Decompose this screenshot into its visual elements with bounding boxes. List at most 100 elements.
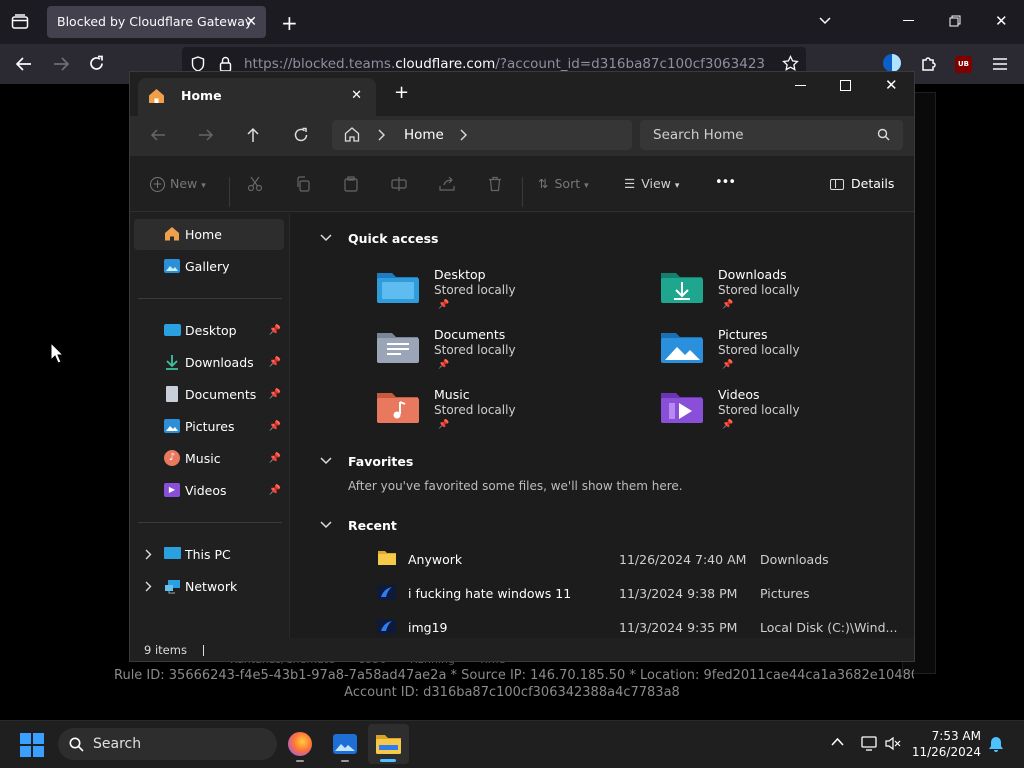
taskbar-time[interactable]: 7:53 AM — [910, 729, 981, 743]
bookmark-star-icon[interactable] — [782, 55, 799, 72]
pin-icon[interactable]: 📌 — [269, 315, 281, 346]
quick-access-item-pictures[interactable]: Pictures Stored locally 📌 — [660, 327, 890, 383]
browser-tab[interactable]: Blocked by Cloudflare Gateway ✕ — [47, 6, 266, 38]
see-more-button[interactable]: ••• — [715, 175, 736, 190]
sidebar-divider — [138, 298, 282, 299]
gallery-icon — [164, 259, 180, 273]
taskbar-date[interactable]: 11/26/2024 — [910, 745, 981, 759]
tab-list-icon[interactable] — [11, 14, 29, 30]
pin-icon[interactable]: 📌 — [269, 411, 281, 442]
quick-access-item-downloads[interactable]: Downloads Stored locally 📌 — [660, 267, 890, 323]
navigation-pane: Home Gallery Desktop 📌 Downloads 📌 Docum… — [130, 213, 290, 638]
recent-row[interactable]: i fucking hate windows 11 11/3/2024 9:38… — [376, 578, 896, 608]
new-tab-icon[interactable]: + — [281, 11, 298, 35]
url-rest: /?account_id=d316ba87c100cf306342388a4c7… — [495, 56, 764, 72]
quick-access-item-videos[interactable]: Videos Stored locally 📌 — [660, 387, 890, 443]
search-placeholder: Search Home — [653, 127, 744, 143]
copy-icon[interactable] — [295, 176, 311, 192]
network-icon — [164, 579, 181, 594]
menu-hamburger-icon[interactable] — [992, 57, 1008, 71]
taskbar-search-box[interactable]: Search — [58, 728, 277, 760]
recent-date: 11/3/2024 9:35 PM — [619, 620, 738, 635]
pin-icon[interactable]: 📌 — [269, 347, 281, 378]
expand-chevron-icon[interactable] — [145, 549, 152, 560]
search-icon[interactable] — [877, 128, 890, 141]
rename-icon[interactable] — [391, 176, 407, 192]
extension-icon[interactable] — [883, 54, 901, 72]
expand-chevron-icon[interactable] — [145, 581, 152, 592]
collapse-chevron-icon[interactable] — [320, 521, 332, 529]
back-arrow-icon[interactable] — [15, 56, 33, 72]
photos-app-icon[interactable] — [332, 733, 358, 755]
breadcrumb-home-label[interactable]: Home — [404, 120, 444, 150]
start-windows-icon[interactable] — [20, 733, 44, 757]
quick-access-item-documents[interactable]: Documents Stored locally 📌 — [376, 327, 606, 383]
tray-chevron-up-icon[interactable] — [831, 737, 844, 746]
downloads-icon — [164, 354, 180, 371]
pin-icon: 📌 — [722, 420, 734, 430]
paste-icon[interactable] — [343, 176, 359, 192]
quick-access-item-music[interactable]: Music Stored locally 📌 — [376, 387, 606, 443]
ublock-badge-icon[interactable]: UB — [955, 56, 972, 73]
explorer-tab-close-icon[interactable]: ✕ — [351, 78, 362, 114]
firefox-icon[interactable] — [288, 732, 312, 756]
sort-button[interactable]: ⇅ Sort ▾ — [538, 176, 589, 191]
tab-overflow-chevron-icon[interactable] — [818, 13, 832, 27]
sidebar-item-documents[interactable]: Documents 📌 — [134, 379, 284, 410]
breadcrumb-chevron-icon[interactable] — [459, 129, 467, 141]
explorer-up-icon[interactable] — [246, 127, 260, 143]
extensions-puzzle-icon[interactable] — [920, 55, 937, 72]
explorer-maximize-icon[interactable] — [840, 80, 851, 91]
details-button[interactable]: Details — [830, 176, 894, 191]
restore-icon[interactable] — [949, 15, 961, 27]
quick-access-status: Stored locally — [434, 343, 516, 357]
lock-icon[interactable] — [219, 56, 232, 72]
sidebar-item-this-pc[interactable]: This PC — [134, 539, 284, 570]
recent-row[interactable]: Anywork 11/26/2024 7:40 AM Downloads — [376, 544, 896, 574]
home-icon — [148, 88, 165, 104]
explorer-tab-home[interactable]: Home ✕ — [138, 78, 376, 116]
explorer-back-icon[interactable] — [150, 128, 166, 142]
cut-icon[interactable] — [247, 176, 263, 192]
explorer-new-tab-icon[interactable]: + — [394, 82, 409, 103]
sidebar-item-videos[interactable]: ▶ Videos 📌 — [134, 475, 284, 506]
sidebar-item-network[interactable]: Network — [134, 571, 284, 602]
explorer-minimize-icon[interactable] — [795, 85, 806, 86]
pin-icon[interactable]: 📌 — [269, 379, 281, 410]
close-window-icon[interactable]: ✕ — [995, 12, 1008, 30]
account-id-line: Account ID: d316ba87c100cf306342388a4c77… — [344, 685, 680, 700]
notification-bell-icon[interactable] — [988, 736, 1004, 753]
breadcrumb-home-icon[interactable] — [344, 127, 360, 142]
videos-folder-icon — [660, 390, 704, 424]
sidebar-item-gallery[interactable]: Gallery — [134, 251, 284, 282]
sidebar-item-pictures[interactable]: Pictures 📌 — [134, 411, 284, 442]
explorer-refresh-icon[interactable] — [293, 127, 309, 143]
search-input[interactable]: Search Home — [640, 120, 903, 150]
forward-arrow-icon[interactable] — [52, 56, 70, 72]
quick-access-item-desktop[interactable]: Desktop Stored locally 📌 — [376, 267, 606, 323]
delete-icon[interactable] — [487, 176, 503, 192]
view-button[interactable]: ☰ View ▾ — [624, 176, 679, 191]
quick-access-status: Stored locally — [718, 403, 800, 417]
pin-icon[interactable]: 📌 — [269, 443, 281, 474]
explorer-close-icon[interactable]: ✕ — [885, 76, 898, 94]
file-explorer-taskbar-icon[interactable] — [375, 733, 402, 755]
explorer-forward-icon[interactable] — [198, 128, 214, 142]
tab-close-icon[interactable]: ✕ — [245, 6, 257, 38]
shield-icon[interactable] — [191, 56, 205, 72]
sidebar-item-desktop[interactable]: Desktop 📌 — [134, 315, 284, 346]
collapse-chevron-icon[interactable] — [320, 457, 332, 465]
minimize-icon[interactable] — [903, 20, 914, 21]
sidebar-item-home[interactable]: Home — [134, 219, 284, 250]
breadcrumb[interactable]: Home — [332, 120, 632, 150]
folder-icon — [377, 550, 397, 566]
network-tray-icon[interactable] — [861, 736, 879, 751]
volume-muted-icon[interactable] — [885, 736, 901, 751]
reload-icon[interactable] — [88, 55, 105, 72]
new-button[interactable]: + New ▾ — [150, 176, 206, 192]
sidebar-item-music[interactable]: ♪ Music 📌 — [134, 443, 284, 474]
sidebar-item-downloads[interactable]: Downloads 📌 — [134, 347, 284, 378]
collapse-chevron-icon[interactable] — [320, 234, 332, 242]
pin-icon[interactable]: 📌 — [269, 475, 281, 506]
share-icon[interactable] — [439, 176, 455, 192]
